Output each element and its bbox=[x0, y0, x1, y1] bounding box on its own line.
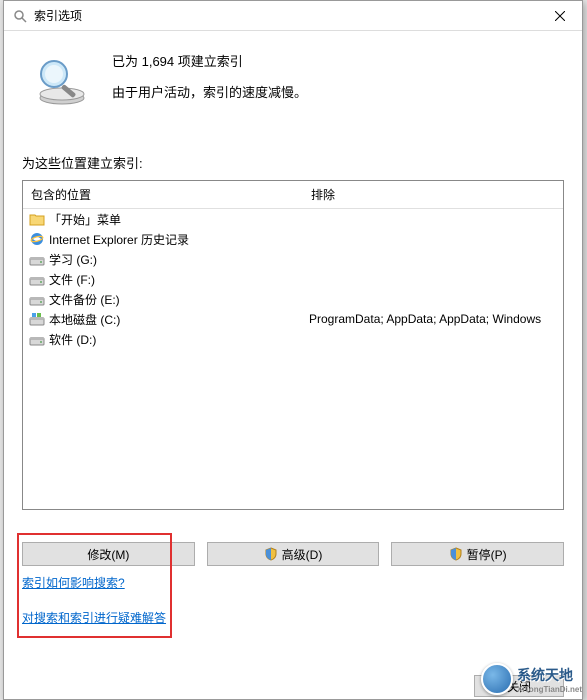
location-cell: 文件 (F:) bbox=[23, 271, 303, 288]
troubleshoot-link[interactable]: 对搜索和索引进行疑难解答 bbox=[22, 609, 166, 626]
magnifier-disk-icon bbox=[32, 56, 92, 106]
modify-button[interactable]: 修改(M) bbox=[22, 542, 195, 566]
locations-listview[interactable]: 包含的位置 排除 「开始」菜单 Internet Explorer 历史记录学习 … bbox=[22, 180, 564, 510]
close-icon bbox=[555, 11, 565, 21]
list-item[interactable]: 软件 (D:) bbox=[23, 329, 563, 349]
disk-icon bbox=[29, 291, 45, 307]
index-speed-text: 由于用户活动，索引的速度减慢。 bbox=[112, 82, 307, 101]
location-name: 学习 (G:) bbox=[49, 251, 97, 268]
location-name: 本地磁盘 (C:) bbox=[49, 311, 120, 328]
disk-icon bbox=[29, 331, 45, 347]
close-button[interactable] bbox=[537, 1, 582, 31]
dialog-title: 索引选项 bbox=[34, 7, 537, 24]
excluded-cell: ProgramData; AppData; AppData; Windows bbox=[303, 312, 563, 326]
pause-button[interactable]: 暂停(P) bbox=[391, 542, 564, 566]
location-name: 文件备份 (E:) bbox=[49, 291, 120, 308]
indexing-icon bbox=[12, 8, 28, 24]
system-disk-icon bbox=[29, 311, 45, 327]
disk-icon bbox=[29, 251, 45, 267]
listview-header: 包含的位置 排除 bbox=[23, 181, 563, 209]
location-name: Internet Explorer 历史记录 bbox=[49, 231, 189, 248]
pause-label: 暂停(P) bbox=[467, 546, 507, 563]
location-cell: 文件备份 (E:) bbox=[23, 291, 303, 308]
indexing-options-dialog: 索引选项 已为 1,694 项建立索引 由于用户活动，索引的速度减慢。 为这些位… bbox=[3, 0, 583, 700]
locations-label: 为这些位置建立索引: bbox=[22, 153, 564, 172]
close-dialog-button[interactable]: 关闭 bbox=[474, 675, 564, 697]
button-row: 修改(M) 高级(D) 暂停(P) bbox=[22, 542, 564, 566]
how-index-affects-search-link[interactable]: 索引如何影响搜索? bbox=[22, 574, 125, 591]
shield-icon bbox=[264, 547, 278, 561]
status-header: 已为 1,694 项建立索引 由于用户活动，索引的速度减慢。 bbox=[22, 46, 564, 113]
listview-body: 「开始」菜单 Internet Explorer 历史记录学习 (G:) 文件 (F… bbox=[23, 209, 563, 509]
location-name: 软件 (D:) bbox=[49, 331, 96, 348]
list-item[interactable]: 「开始」菜单 bbox=[23, 209, 563, 229]
advanced-label: 高级(D) bbox=[282, 546, 323, 563]
dialog-content: 已为 1,694 项建立索引 由于用户活动，索引的速度减慢。 为这些位置建立索引… bbox=[4, 31, 582, 636]
location-name: 「开始」菜单 bbox=[49, 211, 121, 228]
list-item[interactable]: 学习 (G:) bbox=[23, 249, 563, 269]
folder-icon bbox=[29, 211, 45, 227]
location-cell: 「开始」菜单 bbox=[23, 211, 303, 228]
location-cell: 学习 (G:) bbox=[23, 251, 303, 268]
shield-icon bbox=[449, 547, 463, 561]
advanced-button[interactable]: 高级(D) bbox=[207, 542, 380, 566]
list-item[interactable]: 文件 (F:) bbox=[23, 269, 563, 289]
close-label: 关闭 bbox=[507, 678, 531, 695]
location-cell: 软件 (D:) bbox=[23, 331, 303, 348]
location-name: 文件 (F:) bbox=[49, 271, 95, 288]
ie-icon bbox=[29, 231, 45, 247]
index-count-text: 已为 1,694 项建立索引 bbox=[112, 51, 307, 70]
disk-icon bbox=[29, 271, 45, 287]
titlebar: 索引选项 bbox=[4, 1, 582, 31]
list-item[interactable]: 本地磁盘 (C:) ProgramData; AppData; AppData; … bbox=[23, 309, 563, 329]
location-cell: Internet Explorer 历史记录 bbox=[23, 231, 303, 248]
location-cell: 本地磁盘 (C:) bbox=[23, 311, 303, 328]
column-included[interactable]: 包含的位置 bbox=[23, 181, 303, 208]
modify-label: 修改(M) bbox=[87, 546, 129, 563]
column-excluded[interactable]: 排除 bbox=[303, 181, 563, 208]
list-item[interactable]: 文件备份 (E:) bbox=[23, 289, 563, 309]
list-item[interactable]: Internet Explorer 历史记录 bbox=[23, 229, 563, 249]
